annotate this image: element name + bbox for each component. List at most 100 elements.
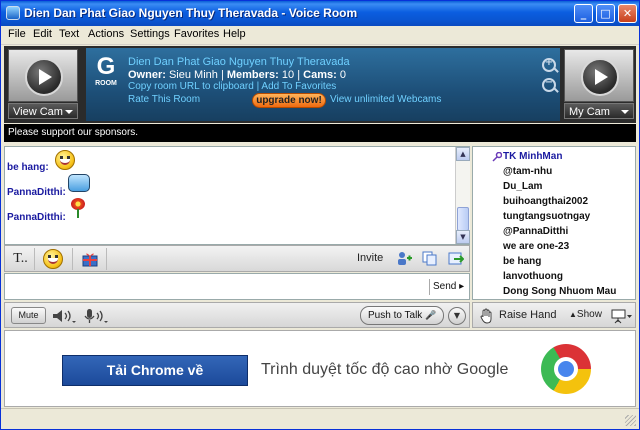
maximize-button[interactable]: □ [596, 4, 615, 23]
minimize-button[interactable]: _ [574, 4, 593, 23]
voice-room-window: Dien Dan Phat Giao Nguyen Thuy Theravada… [0, 0, 640, 430]
room-links: Copy room URL to clipboard | Add To Favo… [128, 81, 336, 92]
cams-value: 0 [339, 69, 346, 81]
speech-bubble-icon [68, 174, 90, 192]
menu-edit[interactable]: Edit [33, 28, 52, 40]
microphone-icon: 🎤 [425, 310, 437, 320]
members-label: Members [226, 69, 276, 81]
scroll-down-icon[interactable]: ▼ [456, 230, 470, 244]
push-to-talk-button[interactable]: Push to Talk 🎤 [360, 306, 444, 325]
room-stats: Owner: Sieu Minh | Members: 10 | Cams: 0 [128, 69, 346, 81]
audio-bar: Mute Push to Talk 🎤 ▼ [4, 302, 470, 328]
raise-hand-button[interactable]: Raise Hand [499, 309, 556, 321]
owner-value: Sieu Minh [168, 69, 218, 81]
hand-icon[interactable] [480, 308, 494, 324]
flower-icon [68, 197, 88, 219]
send-button[interactable]: Send ▸ [429, 279, 467, 295]
download-chrome-button[interactable]: Tải Chrome về [62, 355, 248, 386]
sponsor-bar: Please support our sponsors. [4, 124, 636, 142]
rating-letter: G [96, 53, 116, 80]
room-header: View Cam G ROOM Dien Dan Phat Giao Nguye… [4, 46, 636, 123]
my-cam-label: My Cam [569, 106, 610, 118]
webcams-link[interactable]: View unlimited Webcams [330, 94, 441, 105]
user-item[interactable]: be hang [503, 256, 541, 267]
emoticon-button[interactable] [35, 248, 73, 270]
mute-button[interactable]: Mute [11, 307, 46, 324]
menu-bar: File Edit Text Actions Settings Favorite… [1, 26, 639, 45]
status-bar [1, 408, 639, 429]
zoom-out-icon[interactable]: − [542, 77, 559, 93]
my-cam-dropdown[interactable]: My Cam [564, 103, 634, 119]
smiley-icon [43, 249, 63, 269]
user-item[interactable]: buihoangthai2002 [503, 196, 588, 207]
chrome-logo-icon [541, 344, 591, 394]
add-user-icon[interactable] [396, 251, 412, 266]
owner-label: Owner [128, 69, 163, 81]
menu-text[interactable]: Text [59, 28, 79, 40]
rating-sub: ROOM [95, 80, 117, 87]
scroll-up-icon[interactable]: ▲ [456, 147, 470, 161]
add-favorites-link[interactable]: Add To Favorites [261, 81, 336, 92]
room-rating-badge: G ROOM [91, 54, 121, 98]
view-cam-thumbnail[interactable] [8, 49, 78, 102]
my-cam-thumbnail[interactable] [564, 49, 634, 102]
window-title: Dien Dan Phat Giao Nguyen Thuy Theravada… [24, 6, 358, 20]
rate-room-link[interactable]: Rate This Room [128, 94, 200, 105]
font-button[interactable]: T.. [7, 248, 35, 270]
menu-favorites[interactable]: Favorites [174, 28, 219, 40]
ad-banner[interactable]: Tải Chrome về Trình duyệt tốc độ cao nhờ… [4, 330, 636, 407]
user-item[interactable]: TK MinhMan [503, 151, 562, 162]
smiley-icon [55, 150, 75, 170]
app-icon [6, 6, 20, 20]
chat-toolbar: T.. Invite [4, 245, 470, 272]
close-button[interactable]: ✕ [618, 4, 637, 23]
view-cam-dropdown[interactable]: View Cam [8, 103, 78, 119]
presentation-icon[interactable] [611, 308, 633, 324]
message-input[interactable] [4, 273, 470, 300]
menu-help[interactable]: Help [223, 28, 246, 40]
chevron-down-icon[interactable]: ▼ [448, 307, 466, 325]
export-icon[interactable] [448, 251, 464, 266]
title-bar[interactable]: Dien Dan Phat Giao Nguyen Thuy Theravada… [1, 1, 639, 26]
upgrade-button[interactable]: upgrade now! [252, 93, 326, 108]
show-button[interactable]: ▲Show [569, 309, 602, 320]
chat-scrollbar[interactable]: ▲ ▼ [455, 147, 470, 244]
play-triangle [39, 69, 52, 85]
user-item[interactable]: @PannaDitthi [503, 226, 568, 237]
key-icon [492, 152, 502, 162]
gift-button[interactable] [73, 248, 107, 270]
copy-url-link[interactable]: Copy room URL to clipboard [128, 81, 254, 92]
menu-settings[interactable]: Settings [130, 28, 170, 40]
chat-line: be hang: [7, 162, 49, 173]
chat-line: PannaDitthi: [7, 187, 66, 198]
room-name: Dien Dan Phat Giao Nguyen Thuy Theravada [128, 56, 350, 68]
gift-icon [82, 253, 97, 267]
user-toolbar: Raise Hand ▲Show [472, 302, 636, 328]
chevron-down-icon [65, 110, 73, 114]
user-item[interactable]: @tam-nhu [503, 166, 552, 177]
invite-label[interactable]: Invite [357, 252, 383, 264]
link-separator: | [256, 81, 260, 92]
chevron-down-icon [621, 110, 629, 114]
menu-file[interactable]: File [8, 28, 26, 40]
chat-panel[interactable]: be hang: PannaDitthi: PannaDitthi: ▲ ▼ [4, 146, 470, 245]
view-cam-label: View Cam [13, 106, 63, 118]
cams-label: Cams [303, 69, 334, 81]
user-item[interactable]: tungtangsuotngay [503, 211, 590, 222]
microphone-volume-icon[interactable] [83, 308, 109, 324]
menu-actions[interactable]: Actions [88, 28, 124, 40]
resize-grip-icon[interactable] [625, 415, 636, 426]
zoom-in-icon[interactable]: + [542, 57, 559, 73]
user-list[interactable]: TK MinhMan @tam-nhu Du_Lam buihoangthai2… [472, 146, 636, 300]
chat-line: PannaDitthi: [7, 212, 66, 223]
user-item[interactable]: Du_Lam [503, 181, 542, 192]
ad-tagline: Trình duyệt tốc độ cao nhờ Google [261, 361, 509, 378]
user-item[interactable]: lanvothuong [503, 271, 563, 282]
user-item[interactable]: Dong Song Nhuom Mau [503, 286, 616, 297]
scroll-thumb[interactable] [457, 207, 469, 231]
show-label: Show [576, 309, 602, 320]
copy-icon[interactable] [422, 251, 438, 266]
speaker-volume-icon[interactable] [51, 308, 77, 324]
push-to-talk-label: Push to Talk [368, 310, 423, 321]
user-item[interactable]: we are one-23 [503, 241, 569, 252]
